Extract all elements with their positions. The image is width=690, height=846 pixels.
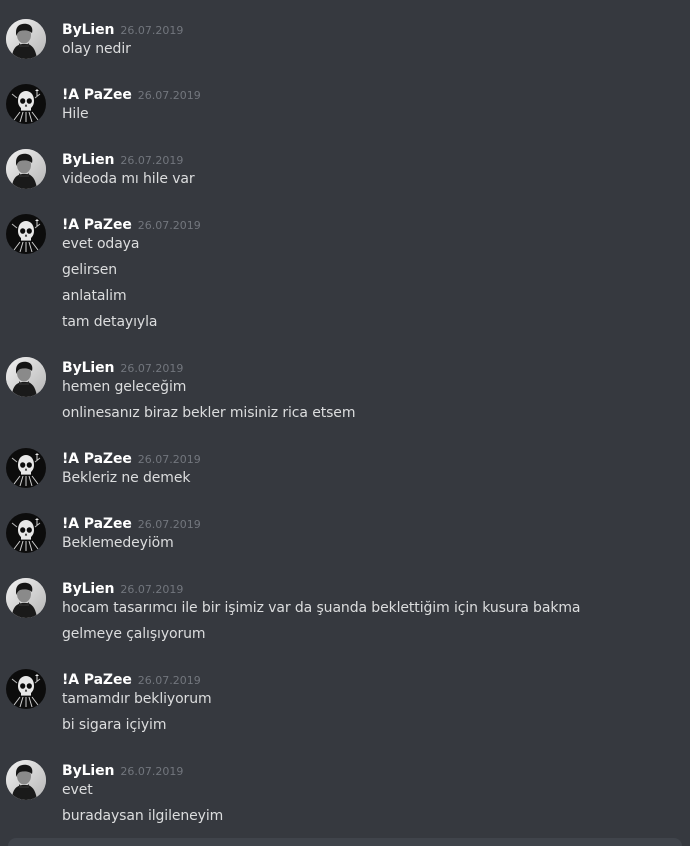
avatar-person-portrait-icon[interactable] (6, 357, 46, 397)
message-header: !A PaZee 26.07.2019 (62, 214, 201, 234)
message-header: ByLien 26.07.2019 (62, 357, 183, 377)
timestamp: 26.07.2019 (120, 765, 184, 778)
username[interactable]: ByLien (62, 152, 114, 168)
username[interactable]: ByLien (62, 22, 114, 38)
message-text: Beklemedeyiöm (62, 535, 174, 551)
message-header: ByLien 26.07.2019 (62, 578, 183, 598)
timestamp: 26.07.2019 (137, 453, 201, 466)
message-list: Hile (62, 105, 89, 131)
timestamp: 26.07.2019 (120, 362, 184, 375)
timestamp: 26.07.2019 (120, 24, 184, 37)
username[interactable]: ByLien (62, 360, 114, 376)
message-text: videoda mı hile var (62, 171, 195, 187)
chat-messages-pane[interactable]: ByLien 26.07.2019 olay nedir !A PaZee 26.0… (0, 0, 690, 846)
avatar-person-portrait-icon[interactable] (6, 19, 46, 59)
message-text: tam detayıyla (62, 314, 158, 330)
username[interactable]: !A PaZee (62, 516, 132, 532)
username[interactable]: !A PaZee (62, 672, 132, 688)
avatar-person-portrait-icon[interactable] (6, 149, 46, 189)
avatar-skull-icon[interactable] (6, 669, 46, 709)
username[interactable]: ByLien (62, 763, 114, 779)
message-header: !A PaZee 26.07.2019 (62, 448, 201, 468)
timestamp: 26.07.2019 (120, 583, 184, 596)
message-text: buradaysan ilgileneyim (62, 808, 224, 824)
avatar-skull-icon[interactable] (6, 84, 46, 124)
message-list: hocam tasarımcı ile bir işimiz var da şu… (62, 599, 580, 651)
message-composer-edge (0, 836, 690, 846)
message-text: olay nedir (62, 41, 131, 57)
message-list: evet buradaysan ilgileneyim (62, 781, 223, 833)
timestamp: 26.07.2019 (137, 518, 201, 531)
message-list: Bekleriz ne demek (62, 469, 190, 495)
timestamp: 26.07.2019 (137, 674, 201, 687)
avatar-skull-icon[interactable] (6, 214, 46, 254)
message-list: hemen geleceğim onlinesanız biraz bekler… (62, 378, 355, 430)
timestamp: 26.07.2019 (120, 154, 184, 167)
message-list: evet odaya gelirsen anlatalim tam detayı… (62, 235, 157, 339)
username[interactable]: !A PaZee (62, 451, 132, 467)
username[interactable]: !A PaZee (62, 87, 132, 103)
timestamp: 26.07.2019 (137, 89, 201, 102)
message-header: ByLien 26.07.2019 (62, 760, 183, 780)
message-text: hocam tasarımcı ile bir işimiz var da şu… (62, 600, 581, 616)
message-text: gelirsen (62, 262, 118, 278)
message-text: onlinesanız biraz bekler misiniz rica et… (62, 405, 356, 421)
message-list: Beklemedeyiöm (62, 534, 174, 560)
message-header: ByLien 26.07.2019 (62, 149, 183, 169)
avatar-skull-icon[interactable] (6, 448, 46, 488)
message-header: !A PaZee 26.07.2019 (62, 669, 201, 689)
message-input-bar[interactable] (8, 838, 682, 846)
message-header: ByLien 26.07.2019 (62, 19, 183, 39)
message-header: !A PaZee 26.07.2019 (62, 513, 201, 533)
timestamp: 26.07.2019 (137, 219, 201, 232)
message-text: hemen geleceğim (62, 379, 187, 395)
message-list: tamamdır bekliyorum bi sigara içiyim (62, 690, 212, 742)
message-text: evet odaya (62, 236, 140, 252)
message-list: olay nedir (62, 40, 131, 66)
message-text: gelmeye çalışıyorum (62, 626, 206, 642)
avatar-person-portrait-icon[interactable] (6, 578, 46, 618)
message-text: Bekleriz ne demek (62, 470, 191, 486)
username[interactable]: ByLien (62, 581, 114, 597)
message-list: videoda mı hile var (62, 170, 195, 196)
username[interactable]: !A PaZee (62, 217, 132, 233)
message-text: bi sigara içiyim (62, 717, 167, 733)
message-text: evet (62, 782, 93, 798)
avatar-skull-icon[interactable] (6, 513, 46, 553)
avatar-person-portrait-icon[interactable] (6, 760, 46, 800)
message-text: anlatalim (62, 288, 127, 304)
message-text: tamamdır bekliyorum (62, 691, 212, 707)
message-header: !A PaZee 26.07.2019 (62, 84, 201, 104)
message-text: Hile (62, 106, 89, 122)
